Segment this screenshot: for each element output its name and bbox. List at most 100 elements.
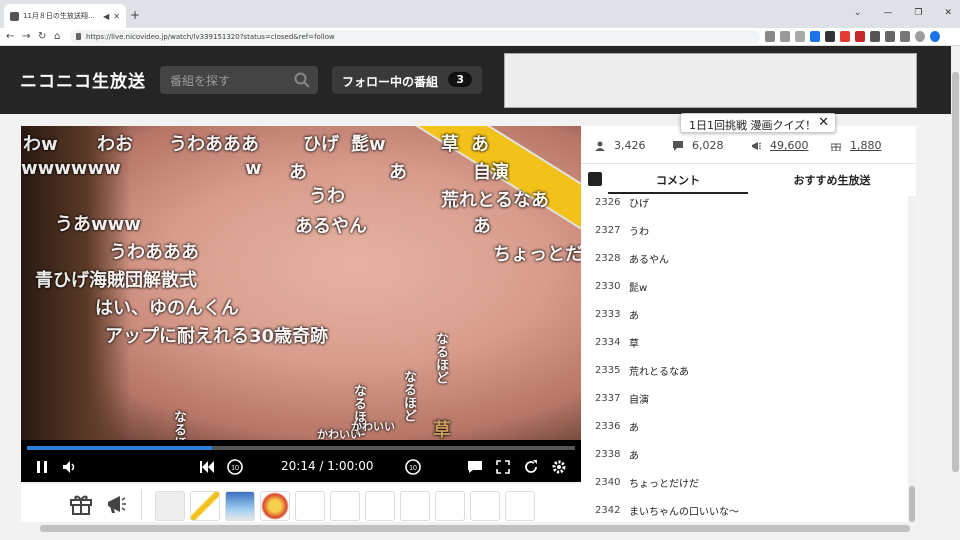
comment-text: 自演 [629,394,649,406]
reload-icon[interactable]: ↻ [38,30,46,44]
gift-slot[interactable] [505,491,535,521]
gift-slot[interactable] [470,491,500,521]
menu-icon[interactable] [930,31,940,42]
comment-stat: 6,028 [673,139,724,152]
player-controls: 10 20:14 / 1:00:00 10 [21,452,581,482]
extension-icon[interactable] [825,31,835,42]
gift-item[interactable] [225,491,255,521]
gift-points-link[interactable]: 1,880 [850,139,882,152]
gift-slot[interactable] [295,491,325,521]
settings-gear-icon[interactable] [548,456,570,478]
seek-bar[interactable] [27,446,575,450]
restore-icon[interactable]: ❐ [914,8,922,18]
comment-row[interactable]: 2333 あ [595,300,639,328]
reading-list-icon[interactable] [885,31,895,42]
search-input[interactable]: 番組を探す [160,66,318,94]
search-icon[interactable] [294,72,310,88]
comment-row[interactable]: 2328 あるやん [595,244,669,272]
close-window-icon[interactable]: ✕ [944,8,952,18]
close-tab-icon[interactable]: ✕ [113,12,120,21]
speaker-icon[interactable]: ◀ [103,12,109,21]
pause-icon[interactable] [31,456,53,478]
url-field[interactable]: https://live.nicovideo.jp/watch/lv339151… [70,30,760,44]
forward-icon[interactable]: → [22,30,30,44]
comment-row[interactable]: 2330 髭w [595,272,647,300]
chevron-down-icon[interactable]: ⌄ [854,8,862,18]
time-display: 20:14 / 1:00:00 [281,459,374,473]
browser-tab[interactable]: 11月８日の生放送翔界です・ ◀ ✕ [4,4,126,28]
avatar[interactable] [915,31,925,42]
fullscreen-icon[interactable] [492,456,514,478]
video-frame[interactable]: わw わお うわあああ ひげ 髭w 草 あ wwwwww w あ あ 自演 うわ… [21,126,581,440]
forward-10-icon[interactable]: 10 [402,456,424,478]
reload-player-icon[interactable] [520,456,542,478]
minimize-icon[interactable]: — [883,8,892,18]
gift-slot[interactable] [155,491,185,521]
page-scrollbar[interactable] [951,46,960,540]
gift-slot[interactable] [400,491,430,521]
comment-row[interactable]: 2334 草 [595,328,639,356]
comment-list[interactable]: 2326 ひげ 2327 うわ 2328 あるやん 2330 髭w 2333 あ 2334 草 2335… [581,194,906,522]
share-icon[interactable] [780,31,790,42]
overlay-comment: うわあああ [169,134,259,155]
zoom-icon[interactable] [765,31,775,42]
tab-comment[interactable]: コメント [608,172,748,188]
gift-item[interactable] [260,491,290,521]
horizontal-scroll-thumb[interactable] [40,525,910,532]
page-scroll-thumb[interactable] [952,72,959,472]
seek-bar-fill [27,446,212,450]
gift-item[interactable] [190,491,220,521]
gift-icon[interactable] [69,493,93,519]
comment-text: あるやん [629,254,669,266]
volume-icon[interactable] [59,456,81,478]
rewind-10-icon[interactable]: 10 [224,456,246,478]
comment-mode-icon[interactable] [588,172,602,186]
ad-megaphone-icon[interactable] [105,493,127,519]
new-tab-icon[interactable]: + [130,9,140,21]
comment-number: 2336 [595,420,621,432]
quiz-tooltip[interactable]: 1日1回挑戦 漫画クイズ！ ✕ [680,113,836,133]
url-text: https://live.nicovideo.jp/watch/lv339151… [86,33,335,41]
sidepanel-icon[interactable] [900,31,910,42]
comment-row[interactable]: 2326 ひげ [595,194,649,216]
comment-row[interactable]: 2338 あ [595,440,639,468]
overlay-comment: アップに耐えれる30歳奇跡 [105,326,329,347]
tab-recommended[interactable]: おすすめ生放送 [748,172,916,188]
video-player[interactable]: わw わお うわあああ ひげ 髭w 草 あ wwwwww w あ あ 自演 うわ… [21,126,581,482]
follow-programs-button[interactable]: フォロー中の番組 3 [332,66,482,94]
gift-slot[interactable] [365,491,395,521]
comment-text: 草 [629,338,639,350]
back-icon[interactable]: ← [6,30,14,44]
comment-row[interactable]: 2340 ちょっとだけだ [595,468,699,496]
home-icon[interactable]: ⌂ [54,30,60,44]
comment-scroll-thumb[interactable] [909,486,915,522]
extension-red-icon[interactable] [840,31,850,42]
gift-slot[interactable] [435,491,465,521]
comment-row[interactable]: 2327 うわ [595,216,649,244]
star-icon[interactable] [795,31,805,42]
tooltip-text: 1日1回挑戦 漫画クイズ！ [689,119,817,132]
comment-row[interactable]: 2335 荒れとるなあ [595,356,689,384]
comment-number: 2340 [595,476,621,488]
gift-slot[interactable] [330,491,360,521]
gift-stat[interactable]: 1,880 [831,139,882,152]
skip-to-start-icon[interactable] [196,456,218,478]
extension-badge-icon[interactable] [855,31,865,42]
download-extension-icon[interactable] [810,31,820,42]
comment-scrollbar[interactable] [908,196,916,522]
overlay-comment: あ [471,134,489,155]
ad-stat[interactable]: 49,600 [751,139,809,152]
close-icon[interactable]: ✕ [818,115,829,130]
comment-row[interactable]: 2337 自演 [595,384,649,412]
comment-row[interactable]: 2342 まいちゃんの口いいな～ [595,496,739,522]
site-logo[interactable]: ニコニコ生放送 [20,67,146,92]
comment-text: 髭w [629,282,648,294]
comment-row[interactable]: 2336 あ [595,412,639,440]
ad-banner[interactable] [504,53,917,108]
ad-points-link[interactable]: 49,600 [770,139,809,152]
horizontal-scrollbar[interactable] [0,522,951,540]
comment-toggle-icon[interactable] [464,456,486,478]
lock-icon [76,33,81,40]
puzzle-icon[interactable] [870,31,880,42]
svg-text:10: 10 [231,465,239,472]
